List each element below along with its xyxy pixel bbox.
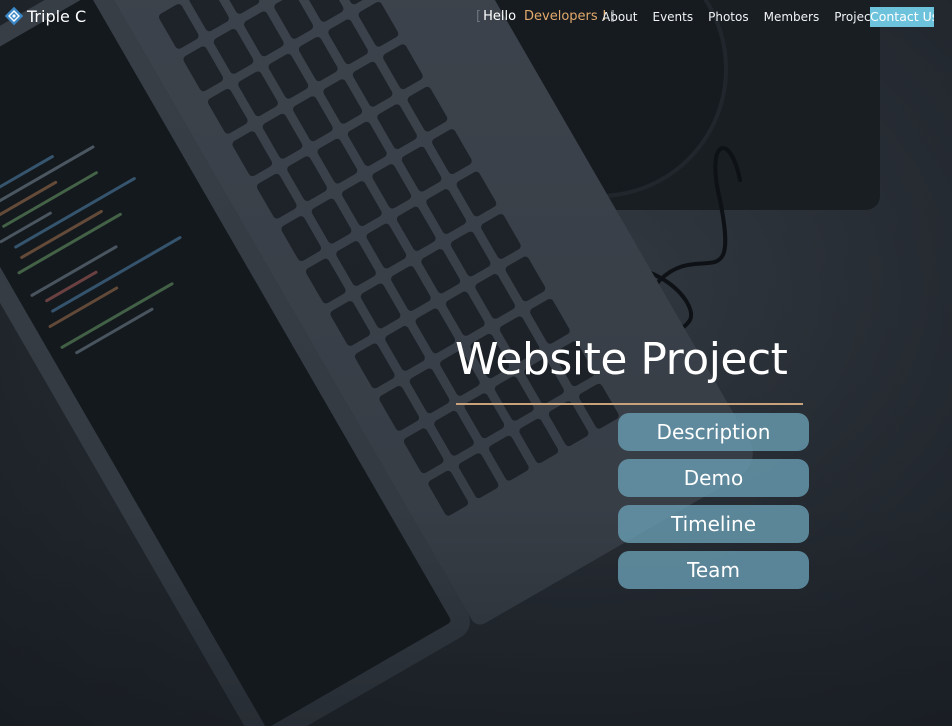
greeting-banner: [ Hello Developers ! ] (476, 9, 615, 24)
greeting-open-bracket: [ (476, 9, 482, 24)
brand-link[interactable]: Triple C (4, 6, 86, 26)
contact-us-button[interactable]: Contact Us (870, 7, 934, 27)
page: Triple C [ Hello Developers ! ] About Ev… (0, 0, 952, 726)
team-button[interactable]: Team (618, 551, 809, 589)
hero-title: Website Project (455, 334, 788, 385)
greeting-developers: Developers ! (524, 9, 608, 24)
description-button[interactable]: Description (618, 413, 809, 451)
demo-button[interactable]: Demo (618, 459, 809, 497)
nav-item-members[interactable]: Members (764, 10, 820, 24)
greeting-hello: Hello (483, 9, 517, 24)
hero-divider (456, 403, 803, 405)
nav-links: About Events Photos Members Projects˅ (602, 10, 904, 24)
timeline-button[interactable]: Timeline (618, 505, 809, 543)
diamond-logo-icon (4, 6, 24, 26)
nav-item-events[interactable]: Events (652, 10, 693, 24)
navbar: Triple C [ Hello Developers ! ] About Ev… (0, 0, 952, 36)
hero-button-group: Description Demo Timeline Team (618, 413, 809, 597)
nav-item-about[interactable]: About (602, 10, 637, 24)
brand-name: Triple C (27, 6, 87, 26)
nav-item-photos[interactable]: Photos (708, 10, 748, 24)
